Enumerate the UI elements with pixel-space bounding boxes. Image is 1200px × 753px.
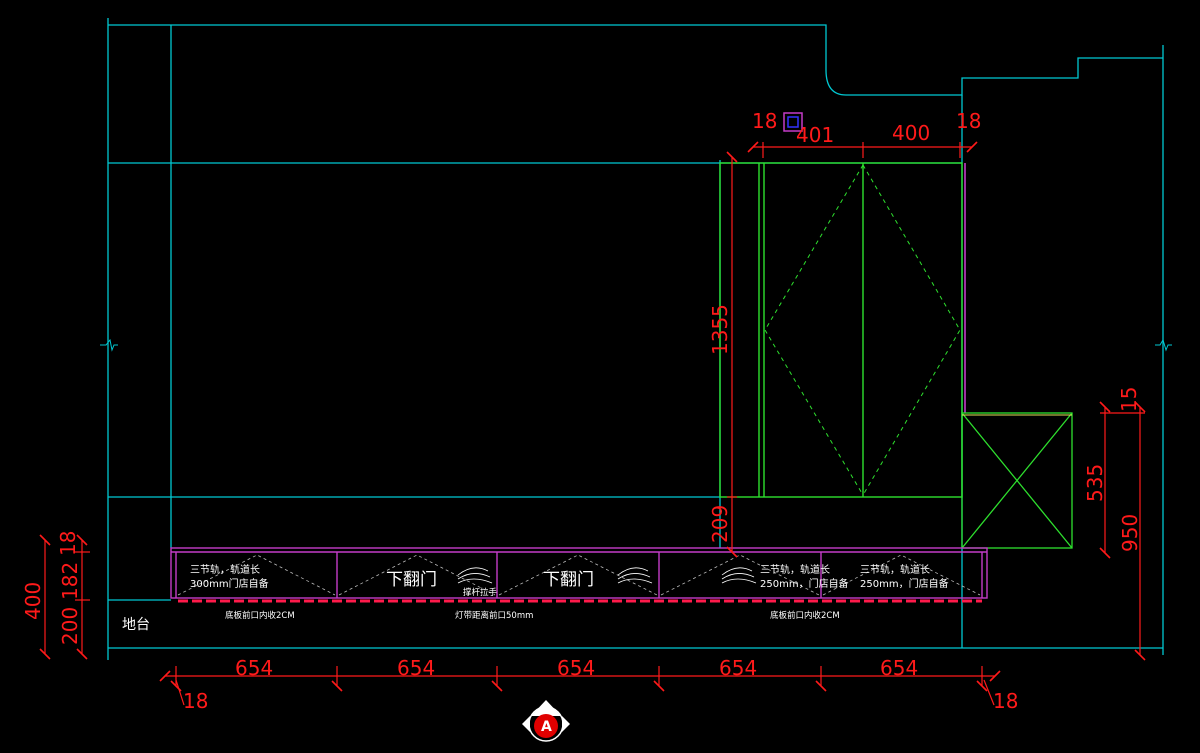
unit1-note-line2: 300mm门店自备 xyxy=(190,577,269,590)
unit4-note-line1: 三节轨，轨道长 xyxy=(760,563,830,576)
wall-top-profile xyxy=(108,24,1163,96)
dimension-texts: 18 401 400 18 1355 209 15 535 950 18 182… xyxy=(21,109,1142,713)
dim-top-door-1: 401 xyxy=(796,123,834,147)
dim-bottom-right-thk: 18 xyxy=(993,689,1018,713)
floor-note-right: 底板前口内收2CM xyxy=(770,610,840,621)
hardware-note: 撑杆拉手 xyxy=(463,587,498,598)
dim-top-door-2: 400 xyxy=(892,121,930,145)
unit2-label: 下翻门 xyxy=(386,570,437,590)
dim-bottom-left-thk: 18 xyxy=(183,689,208,713)
platform-label: 地台 xyxy=(122,617,150,633)
cabinet-notes: 三节轨，轨道长 300mm门店自备 下翻门 下翻门 三节轨，轨道长 250mm，… xyxy=(190,563,949,598)
dim-right-box: 535 xyxy=(1083,464,1107,502)
dim-bottom-3: 654 xyxy=(557,656,595,680)
dimension-lines xyxy=(39,141,1146,706)
dim-bottom-5: 654 xyxy=(880,656,918,680)
floor-note-center: 灯带距离前口50mm xyxy=(455,610,533,621)
tall-cabinet-body xyxy=(719,162,963,498)
break-mark-left xyxy=(100,338,118,352)
unit5-note-line1: 三节轨，轨道长 xyxy=(860,563,930,576)
dim-left-base: 200 xyxy=(58,607,82,645)
dim-bottom-1: 654 xyxy=(235,656,273,680)
unit5-note-line2: 250mm，门店自备 xyxy=(860,577,949,590)
dim-right-total: 950 xyxy=(1118,514,1142,552)
dim-left-total: 400 xyxy=(21,582,45,620)
section-marker-label: A xyxy=(541,719,552,735)
dim-tall-height: 1355 xyxy=(708,304,732,355)
wall-outline xyxy=(107,18,1164,660)
dim-left-panel-thk: 18 xyxy=(56,531,80,556)
dim-tall-gap: 209 xyxy=(708,505,732,543)
floor-notes: 底板前口内收2CM 灯带距离前口50mm 底板前口内收2CM xyxy=(225,610,840,621)
dim-top-left-thk: 18 xyxy=(752,109,777,133)
floor-note-left: 底板前口内收2CM xyxy=(225,610,295,621)
dim-bottom-2: 654 xyxy=(397,656,435,680)
cad-elevation-drawing: 三节轨，轨道长 300mm门店自备 下翻门 下翻门 三节轨，轨道长 250mm，… xyxy=(21,18,1172,742)
dim-left-cabinet: 182 xyxy=(58,562,82,600)
dim-bottom-4: 654 xyxy=(719,656,757,680)
dim-top-right-thk: 18 xyxy=(956,109,981,133)
unit3-label: 下翻门 xyxy=(543,570,594,590)
right-box xyxy=(961,412,1073,549)
section-marker-a: A xyxy=(522,700,570,742)
unit4-note-line2: 250mm，门店自备 xyxy=(760,577,849,590)
unit1-note-line1: 三节轨，轨道长 xyxy=(190,563,260,576)
dim-right-top: 15 xyxy=(1117,387,1141,412)
tall-cabinet xyxy=(719,162,963,498)
